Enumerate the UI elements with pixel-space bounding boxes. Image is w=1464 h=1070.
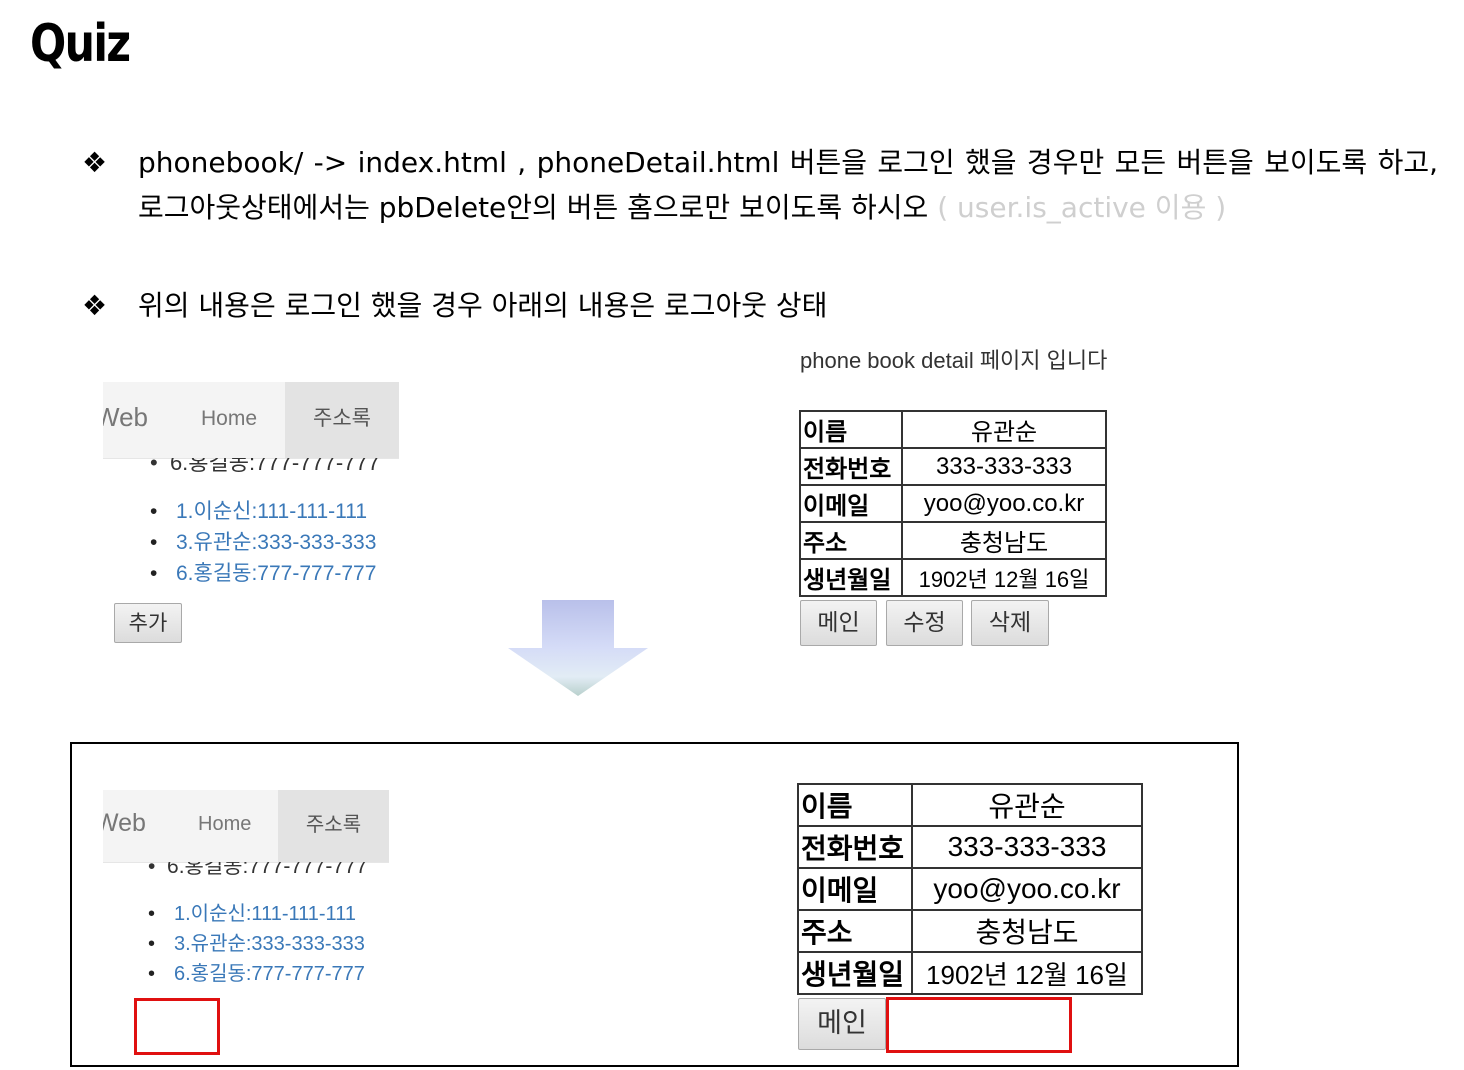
- field-label: 주소: [799, 521, 903, 560]
- hidden-add-button-highlight: [134, 998, 220, 1055]
- detail-page-title: phone book detail 페이지 입니다: [800, 348, 1108, 373]
- cut-item-text: 6.홍길동:777-777-777: [167, 862, 368, 876]
- field-label: 주소: [797, 909, 913, 953]
- list-item[interactable]: 1.이순신:111-111-111: [150, 496, 376, 527]
- field-label: 이메일: [797, 867, 913, 911]
- table-row: 이름 유관순: [797, 783, 1143, 827]
- diamond-bullet-icon: ❖: [82, 146, 108, 179]
- detail-table: 이름 유관순 전화번호 333-333-333 이메일 yoo@yoo.co.kr 주…: [799, 410, 1107, 597]
- main-button[interactable]: 메인: [798, 998, 886, 1050]
- top-navbar: Web Home 주소록: [103, 382, 399, 459]
- list-item[interactable]: 1.이순신:111-111-111: [148, 899, 365, 929]
- field-value: 유관순: [911, 783, 1143, 827]
- field-label: 전화번호: [797, 825, 913, 869]
- table-row: 전화번호 333-333-333: [797, 825, 1143, 869]
- bullet-1-hint: ( user.is_active 이용 ): [937, 191, 1227, 224]
- field-label: 생년월일: [799, 558, 903, 597]
- field-value: 333-333-333: [901, 447, 1107, 486]
- phonebook-list: 1.이순신:111-111-111 3.유관순:333-333-333 6.홍길…: [148, 899, 365, 989]
- hidden-buttons-highlight: [886, 997, 1072, 1053]
- list-item[interactable]: 3.유관순:333-333-333: [148, 929, 365, 959]
- bottom-navbar: Web Home 주소록: [103, 790, 389, 863]
- main-button[interactable]: 메인: [800, 600, 877, 646]
- field-value: yoo@yoo.co.kr: [911, 867, 1143, 911]
- table-row: 전화번호 333-333-333: [799, 447, 1107, 486]
- navbar-brand[interactable]: Web: [103, 402, 148, 433]
- bullet-2: ❖ 위의 내용은 로그인 했을 경우 아래의 내용은 로그아웃 상태: [82, 283, 1282, 328]
- field-label: 이름: [797, 783, 913, 827]
- bullet-1-text: phonebook/ -> index.html , phoneDetail.h…: [138, 146, 1438, 224]
- cut-list-item: • 6.홍길동:777-777-777: [150, 458, 410, 472]
- cut-list-item: • 6.홍길동:777-777-777: [148, 862, 398, 876]
- slide-title: Quiz: [30, 14, 131, 74]
- list-item[interactable]: 6.홍길동:777-777-777: [148, 959, 365, 989]
- list-item[interactable]: 3.유관순:333-333-333: [150, 527, 376, 558]
- field-value: 1902년 12월 16일: [911, 951, 1143, 995]
- table-row: 생년월일 1902년 12월 16일: [797, 951, 1143, 995]
- nav-home-link[interactable]: Home: [201, 407, 257, 431]
- cut-item-text: 6.홍길동:777-777-777: [169, 458, 380, 472]
- table-row: 이메일 yoo@yoo.co.kr: [799, 484, 1107, 523]
- field-label: 생년월일: [797, 951, 913, 995]
- bullet-1: ❖ phonebook/ -> index.html , phoneDetail…: [82, 140, 1442, 280]
- field-value: yoo@yoo.co.kr: [901, 484, 1107, 523]
- field-value: 충청남도: [901, 521, 1107, 560]
- field-value: 유관순: [901, 410, 1107, 449]
- nav-addressbook-link[interactable]: 주소록: [278, 790, 389, 862]
- field-value: 충청남도: [911, 909, 1143, 953]
- table-row: 이메일 yoo@yoo.co.kr: [797, 867, 1143, 911]
- table-row: 이름 유관순: [799, 410, 1107, 449]
- diamond-bullet-icon: ❖: [82, 289, 108, 322]
- delete-button[interactable]: 삭제: [971, 600, 1049, 646]
- navbar-brand[interactable]: Web: [103, 809, 146, 838]
- phonebook-list: 1.이순신:111-111-111 3.유관순:333-333-333 6.홍길…: [150, 496, 376, 589]
- field-label: 전화번호: [799, 447, 903, 486]
- nav-home-link[interactable]: Home: [198, 813, 251, 836]
- down-arrow-icon: [508, 600, 648, 696]
- edit-button[interactable]: 수정: [886, 600, 963, 646]
- table-row: 주소 충청남도: [799, 521, 1107, 560]
- add-button[interactable]: 추가: [114, 603, 182, 643]
- detail-table: 이름 유관순 전화번호 333-333-333 이메일 yoo@yoo.co.kr 주…: [797, 783, 1143, 995]
- nav-addressbook-link[interactable]: 주소록: [285, 382, 399, 458]
- field-value: 333-333-333: [911, 825, 1143, 869]
- field-label: 이름: [799, 410, 903, 449]
- list-item[interactable]: 6.홍길동:777-777-777: [150, 558, 376, 589]
- bullet-2-text: 위의 내용은 로그인 했을 경우 아래의 내용은 로그아웃 상태: [138, 289, 828, 322]
- field-label: 이메일: [799, 484, 903, 523]
- field-value: 1902년 12월 16일: [901, 558, 1107, 597]
- table-row: 생년월일 1902년 12월 16일: [799, 558, 1107, 597]
- table-row: 주소 충청남도: [797, 909, 1143, 953]
